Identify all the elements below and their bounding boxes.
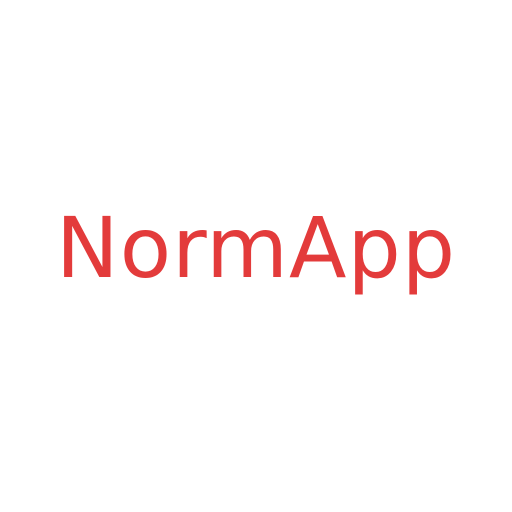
logo-container: NormApp <box>0 0 512 512</box>
app-logo-wordmark: NormApp <box>55 199 457 297</box>
splash-screen: NormApp <box>0 0 512 512</box>
